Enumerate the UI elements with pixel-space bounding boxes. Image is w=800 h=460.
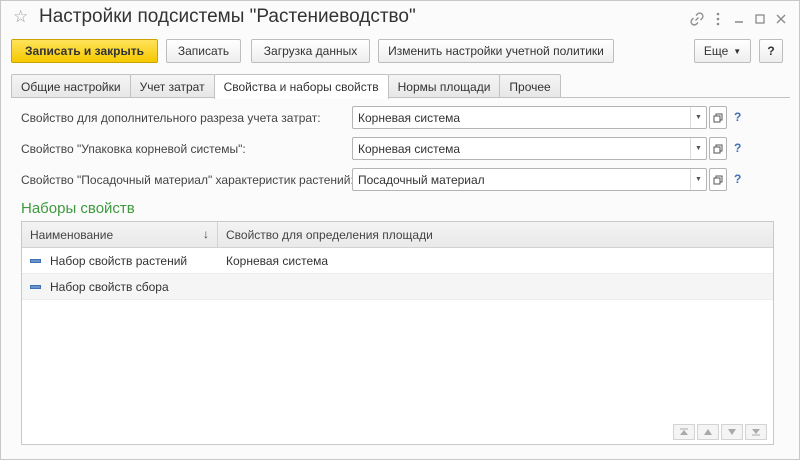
more-label: Еще xyxy=(703,44,729,58)
more-menu-button[interactable]: Еще ▼ xyxy=(694,39,751,63)
chevron-down-icon: ▼ xyxy=(733,46,742,56)
minimize-icon[interactable] xyxy=(728,9,749,29)
move-up-icon[interactable] xyxy=(697,424,719,440)
tab-cost-accounting[interactable]: Учет затрат xyxy=(129,74,215,98)
tab-area-norms[interactable]: Нормы площади xyxy=(387,74,501,98)
table-row[interactable]: Набор свойств растений Корневая система xyxy=(22,248,773,274)
dropdown-icon[interactable]: ▼ xyxy=(690,138,706,159)
maximize-icon[interactable] xyxy=(749,9,770,29)
change-accounting-policy-button[interactable]: Изменить настройки учетной политики xyxy=(378,39,614,63)
cost-dimension-property-label: Свойство для дополнительного разреза уче… xyxy=(21,111,321,125)
tab-other[interactable]: Прочее xyxy=(499,74,561,98)
list-item-icon xyxy=(30,284,41,289)
table-navigation xyxy=(673,424,767,440)
table-cell-area-property: Корневая система xyxy=(226,253,329,268)
help-mark-icon[interactable]: ? xyxy=(734,141,741,155)
property-sets-table[interactable]: Наименование ↓ Свойство для определения … xyxy=(21,221,774,445)
move-down-icon[interactable] xyxy=(721,424,743,440)
tab-general-settings[interactable]: Общие настройки xyxy=(11,74,131,98)
cost-dimension-property-value: Корневая система xyxy=(358,110,461,125)
save-button[interactable]: Записать xyxy=(166,39,241,63)
planting-material-property-field[interactable]: Посадочный материал ▼ xyxy=(352,168,707,191)
sort-arrow-icon: ↓ xyxy=(203,227,209,241)
property-sets-title: Наборы свойств xyxy=(21,200,135,217)
page-title: Настройки подсистемы "Растениеводство" xyxy=(39,6,416,27)
move-last-icon[interactable] xyxy=(745,424,767,440)
tab-bar: Общие настройки Учет затрат Свойства и н… xyxy=(11,74,561,99)
settings-window: ☆ Настройки подсистемы "Растениеводство"… xyxy=(0,0,800,460)
tab-properties-and-sets[interactable]: Свойства и наборы свойств xyxy=(213,74,389,99)
move-first-icon[interactable] xyxy=(673,424,695,440)
table-row[interactable]: Набор свойств сбора xyxy=(22,274,773,300)
row-name-text: Набор свойств сбора xyxy=(50,279,169,294)
dropdown-icon[interactable]: ▼ xyxy=(690,169,706,190)
root-packaging-property-label: Свойство "Упаковка корневой системы": xyxy=(21,142,246,156)
column-header-name-label: Наименование xyxy=(30,227,114,242)
planting-material-property-label: Свойство "Посадочный материал" характери… xyxy=(21,173,354,187)
root-packaging-property-field[interactable]: Корневая система ▼ xyxy=(352,137,707,160)
table-header: Наименование ↓ Свойство для определения … xyxy=(22,222,773,248)
title-bar: ☆ Настройки подсистемы "Растениеводство" xyxy=(1,1,799,37)
save-and-close-button[interactable]: Записать и закрыть xyxy=(11,39,158,63)
column-header-name[interactable]: Наименование ↓ xyxy=(22,222,218,247)
open-icon[interactable] xyxy=(709,106,727,129)
load-data-button[interactable]: Загрузка данных xyxy=(251,39,370,63)
table-cell-name: Набор свойств растений xyxy=(22,254,218,268)
open-icon[interactable] xyxy=(709,168,727,191)
list-item-icon xyxy=(30,258,41,263)
star-icon[interactable]: ☆ xyxy=(13,8,31,26)
link-icon[interactable] xyxy=(686,9,707,29)
dropdown-icon[interactable]: ▼ xyxy=(690,107,706,128)
kebab-menu-icon[interactable] xyxy=(707,9,728,29)
help-mark-icon[interactable]: ? xyxy=(734,172,741,186)
root-packaging-property-value: Корневая система xyxy=(358,141,461,156)
row-name-text: Набор свойств растений xyxy=(50,253,188,268)
open-icon[interactable] xyxy=(709,137,727,160)
table-cell-name: Набор свойств сбора xyxy=(22,280,218,294)
column-header-area-property[interactable]: Свойство для определения площади xyxy=(218,222,773,247)
window-controls xyxy=(686,9,791,29)
help-mark-icon[interactable]: ? xyxy=(734,110,741,124)
close-icon[interactable] xyxy=(770,9,791,29)
planting-material-property-value: Посадочный материал xyxy=(358,172,485,187)
help-button[interactable]: ? xyxy=(759,39,783,63)
cost-dimension-property-field[interactable]: Корневая система ▼ xyxy=(352,106,707,129)
